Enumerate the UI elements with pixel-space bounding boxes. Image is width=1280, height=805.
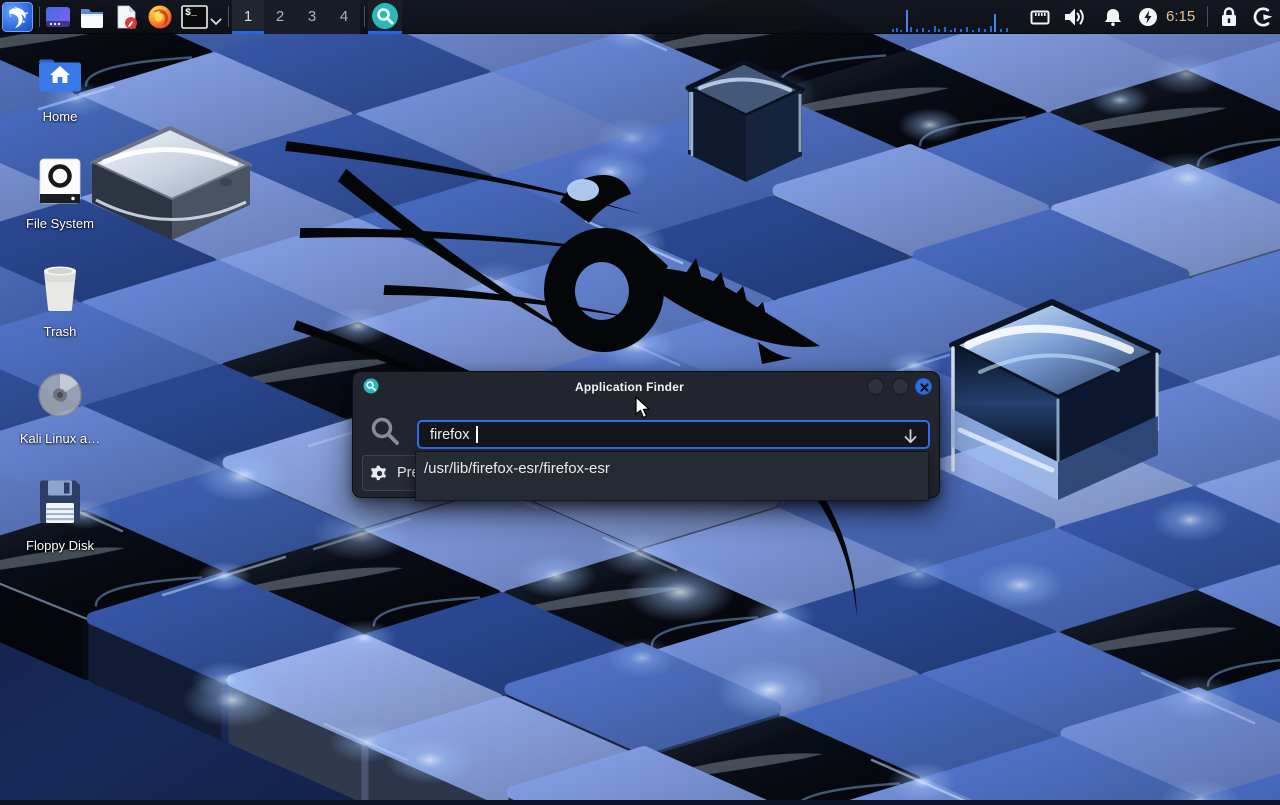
svg-text:$_: $_ (185, 7, 198, 19)
